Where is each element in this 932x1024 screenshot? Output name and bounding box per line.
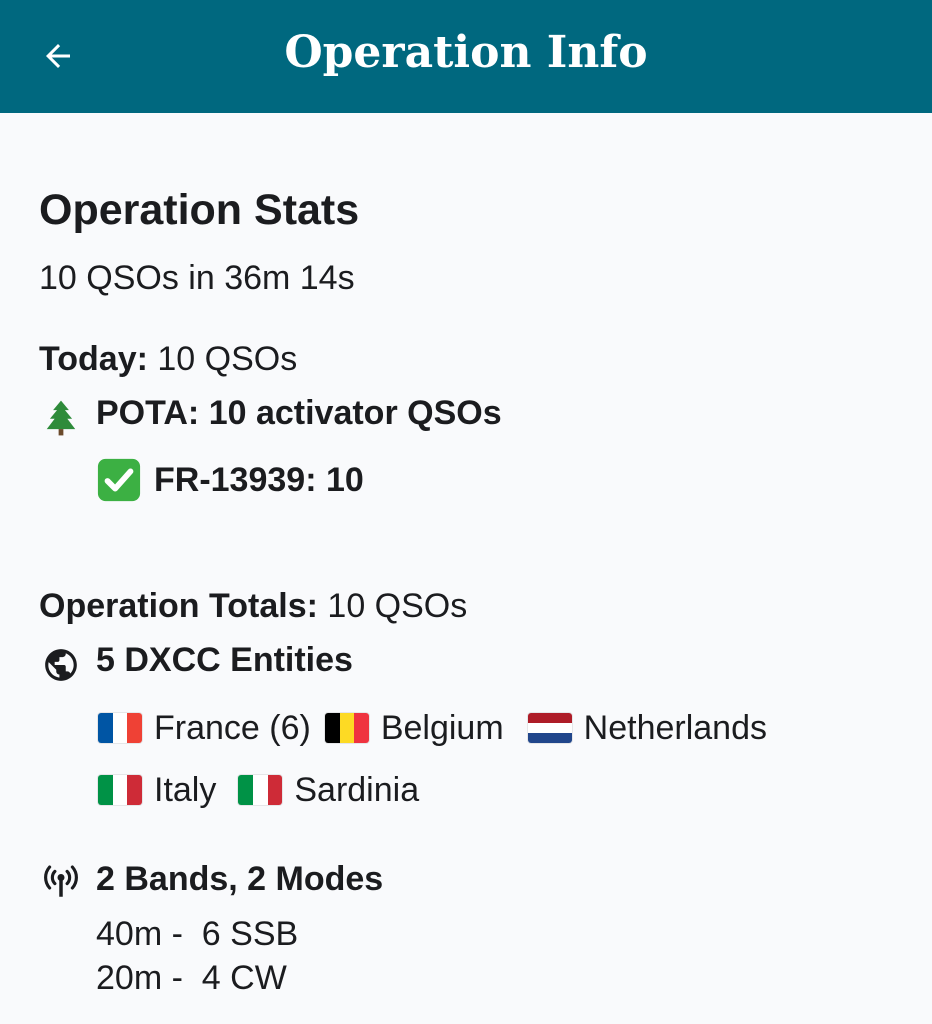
pota-summary: POTA: 10 activator QSOs — [96, 394, 502, 432]
park-count: FR-13939: 10 — [154, 461, 364, 499]
dxcc-entities-row-2: Italy Sardinia — [98, 767, 419, 813]
today-label: Today: — [39, 340, 148, 378]
dxcc-entities-row-1: France (6) Belgium Netherlands — [98, 705, 767, 751]
bands-modes-title: 2 Bands, 2 Modes — [96, 860, 384, 898]
antenna-icon — [39, 861, 83, 901]
list-item: Italy — [154, 770, 217, 809]
page-title: Operation Info — [284, 27, 648, 78]
italy-flag-icon — [238, 775, 283, 805]
list-item: Sardinia — [294, 770, 420, 809]
operation-summary: 10 QSOs in 36m 14s — [39, 259, 355, 297]
netherlands-flag-icon — [527, 713, 572, 743]
check-mark-icon — [96, 457, 142, 503]
today-line: Today: 10 QSOs — [39, 340, 297, 379]
dxcc-title: 5 DXCC Entities — [96, 641, 353, 679]
band-row: 40m - 6 SSB — [96, 915, 299, 953]
list-item: France (6) — [154, 708, 311, 747]
operation-totals-line: Operation Totals: 10 QSOs — [39, 587, 467, 626]
list-item: Belgium — [380, 708, 504, 747]
today-value: 10 QSOs — [157, 340, 298, 378]
operation-stats-heading: Operation Stats — [39, 186, 360, 234]
italy-flag-icon — [98, 775, 142, 805]
app-bar: Operation Info — [0, 0, 932, 113]
tree-icon — [41, 398, 81, 438]
france-flag-icon — [98, 713, 142, 743]
belgium-flag-icon — [324, 713, 369, 743]
band-row: 20m - 4 CW — [96, 959, 287, 997]
globe-icon — [41, 645, 81, 685]
operation-totals-label: Operation Totals: — [39, 587, 318, 625]
list-item: Netherlands — [583, 708, 768, 747]
operation-totals-value: 10 QSOs — [327, 587, 468, 625]
